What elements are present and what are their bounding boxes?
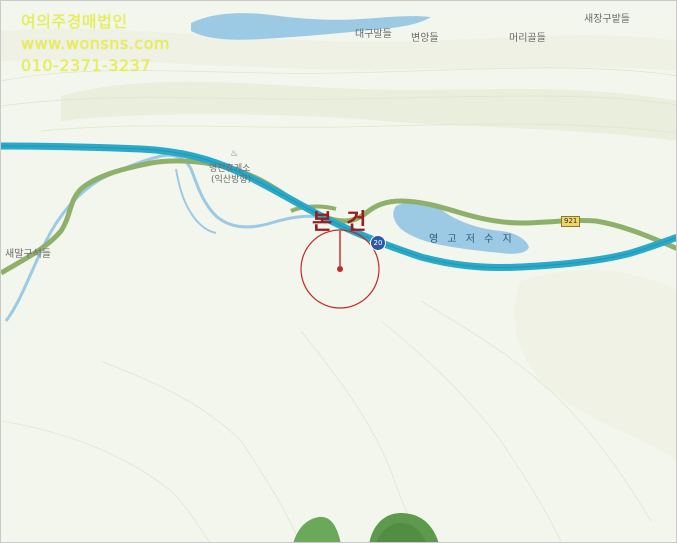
place-label-meori[interactable]: 머리골들 bbox=[509, 29, 546, 44]
target-dot bbox=[337, 266, 343, 272]
map-frame: 여의주경매법인 www.wonsns.com 010-2371-3237 새장구… bbox=[0, 0, 677, 543]
reservoir-label: 영 고 저 수 지 bbox=[429, 234, 515, 245]
rest-area-icon[interactable]: ♨ bbox=[230, 149, 238, 159]
terrain-ridge-north bbox=[61, 81, 676, 141]
map-canvas[interactable] bbox=[1, 1, 677, 543]
watermark-phone: 010-2371-3237 bbox=[21, 56, 152, 75]
route-shield-921: 921 bbox=[561, 216, 581, 227]
place-label-daegu[interactable]: 대구말들 bbox=[355, 25, 392, 40]
expressway-shield-20: 20 bbox=[370, 235, 386, 251]
watermark-company: 여의주경매법인 bbox=[21, 12, 128, 31]
watermark: 여의주경매법인 www.wonsns.com 010-2371-3237 bbox=[21, 11, 170, 77]
river-north bbox=[191, 13, 431, 40]
place-label-rest-area-sub: (익산방향) bbox=[211, 175, 252, 185]
reservoir bbox=[393, 201, 529, 254]
place-label-byeonyang[interactable]: 변앙들 bbox=[411, 29, 439, 44]
forest-patch-1 bbox=[293, 516, 341, 542]
terrain-hills-east bbox=[514, 270, 676, 460]
place-label-saejang[interactable]: 새장구밭들 bbox=[584, 10, 630, 25]
target-label: 본건 bbox=[312, 209, 381, 235]
watermark-website: www.wonsns.com bbox=[21, 34, 170, 53]
place-label-saemal[interactable]: 새말구석들 bbox=[5, 245, 51, 260]
